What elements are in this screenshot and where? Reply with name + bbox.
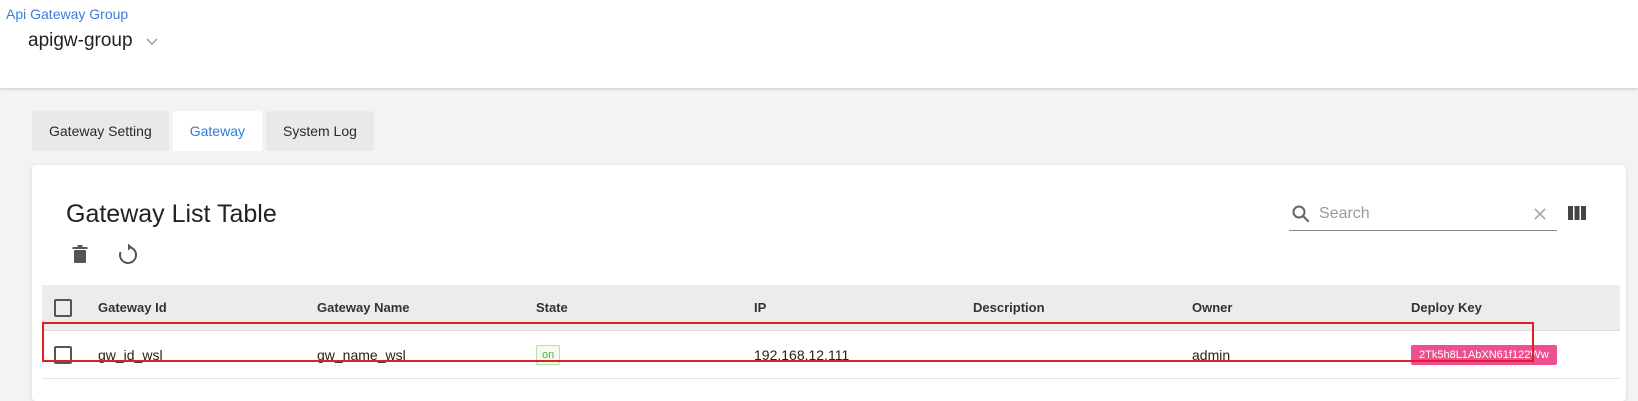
close-icon[interactable]: [1531, 205, 1549, 223]
gateway-id-cell: gw_id_wsl: [98, 346, 163, 363]
select-all-checkbox[interactable]: [54, 298, 72, 317]
trash-icon[interactable]: [68, 242, 92, 266]
table-row[interactable]: gw_id_wsl gw_name_wsl on 192.168.12.111 …: [42, 331, 1620, 379]
card-title: Gateway List Table: [66, 200, 277, 228]
state-cell: on: [536, 344, 754, 365]
column-header[interactable]: Gateway Id: [98, 300, 317, 315]
gateway-name-cell: gw_name_wsl: [317, 346, 406, 363]
gateway-list-card: Gateway List Table Gateway Id Gateway Na…: [32, 165, 1626, 401]
tab-gateway-setting[interactable]: Gateway Setting: [32, 111, 169, 151]
group-selector[interactable]: apigw-group: [28, 30, 159, 52]
column-header[interactable]: Deploy Key: [1411, 300, 1620, 315]
search-icon: [1291, 204, 1311, 224]
refresh-icon[interactable]: [116, 242, 140, 266]
deploy-key-badge[interactable]: 2Tk5h8L1AbXN61f122Ww: [1411, 344, 1557, 365]
table-header: Gateway Id Gateway Name State IP Descrip…: [42, 285, 1620, 331]
tab-bar: Gateway Setting Gateway System Log: [32, 111, 374, 151]
chevron-down-icon: [145, 34, 159, 48]
deploy-key-cell: 2Tk5h8L1AbXN61f122Ww: [1411, 344, 1620, 365]
owner-cell: admin: [1192, 346, 1231, 363]
state-badge: on: [536, 344, 561, 365]
group-name: apigw-group: [28, 30, 133, 51]
breadcrumb[interactable]: Api Gateway Group: [6, 6, 128, 22]
row-checkbox[interactable]: [54, 345, 72, 364]
search-input[interactable]: [1319, 198, 1531, 229]
select-all-cell: [42, 298, 98, 317]
column-header[interactable]: IP: [754, 300, 973, 315]
column-header[interactable]: Description: [973, 300, 1192, 315]
gateway-table: Gateway Id Gateway Name State IP Descrip…: [42, 285, 1620, 379]
column-header[interactable]: State: [536, 300, 754, 315]
column-header[interactable]: Owner: [1192, 300, 1411, 315]
row-select-cell: [42, 345, 98, 364]
column-header[interactable]: Gateway Name: [317, 300, 536, 315]
ip-cell: 192.168.12.111: [754, 346, 850, 363]
view-column-icon[interactable]: [1567, 204, 1587, 222]
tab-system-log[interactable]: System Log: [265, 111, 374, 151]
app-header: Api Gateway Group apigw-group: [0, 0, 1638, 88]
search-box: [1289, 197, 1557, 231]
tab-gateway[interactable]: Gateway: [172, 111, 262, 151]
